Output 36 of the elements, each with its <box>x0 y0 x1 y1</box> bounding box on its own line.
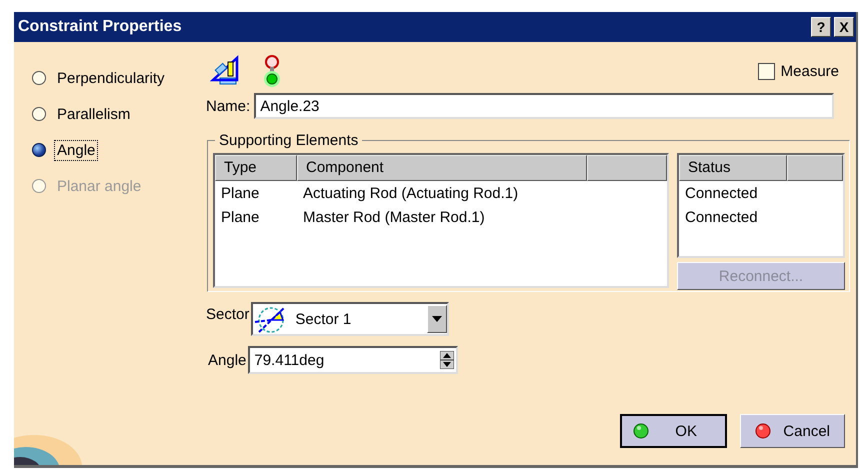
angle-spin-box[interactable]: 79.411deg <box>248 346 458 374</box>
radio-label[interactable]: Parallelism <box>54 104 134 124</box>
table-cell-text: Actuating Rod (Actuating Rod.1) <box>302 184 520 202</box>
radio-button[interactable] <box>32 71 46 85</box>
column-header[interactable]: Component <box>297 155 587 181</box>
ok-button[interactable]: OK <box>620 414 728 448</box>
table-cell-text: Master Rod (Master Rod.1) <box>302 208 486 226</box>
cancel-button[interactable]: Cancel <box>740 414 845 448</box>
ball-icon <box>633 423 650 439</box>
group-title: Supporting Elements <box>218 132 360 149</box>
field-label: Sector <box>206 306 250 323</box>
spin-arrows-icon <box>440 351 454 369</box>
checkbox-label[interactable]: Measure <box>780 62 839 80</box>
table-cell-text: Plane <box>220 184 260 202</box>
help-button[interactable]: ? <box>811 17 831 37</box>
column-header[interactable]: Status <box>679 155 787 181</box>
field-label: Name: <box>206 98 250 114</box>
table-cell-text: Connected <box>684 208 759 226</box>
ball-icon <box>755 423 772 439</box>
radio-label[interactable]: Angle <box>54 140 98 160</box>
radio-button[interactable] <box>32 143 46 157</box>
window-title: Constraint Properties <box>18 18 182 36</box>
radio-label[interactable]: Perpendicularity <box>54 68 168 88</box>
field-label: Angle <box>208 352 246 368</box>
dropdown-arrow-icon <box>432 316 442 322</box>
traffic-light-icon <box>262 54 282 88</box>
measure-checkbox[interactable] <box>758 62 775 80</box>
table-cell-text: Connected <box>684 184 759 202</box>
name-field[interactable]: Angle.23 <box>254 93 834 119</box>
close-button[interactable]: X <box>834 17 854 37</box>
radio-button[interactable] <box>32 107 46 121</box>
column-header[interactable] <box>587 155 667 181</box>
column-header[interactable] <box>787 155 843 181</box>
sector-dropdown[interactable]: Sector 1 <box>251 302 450 336</box>
column-header[interactable]: Type <box>215 155 297 181</box>
table-cell-text: Plane <box>220 208 260 226</box>
